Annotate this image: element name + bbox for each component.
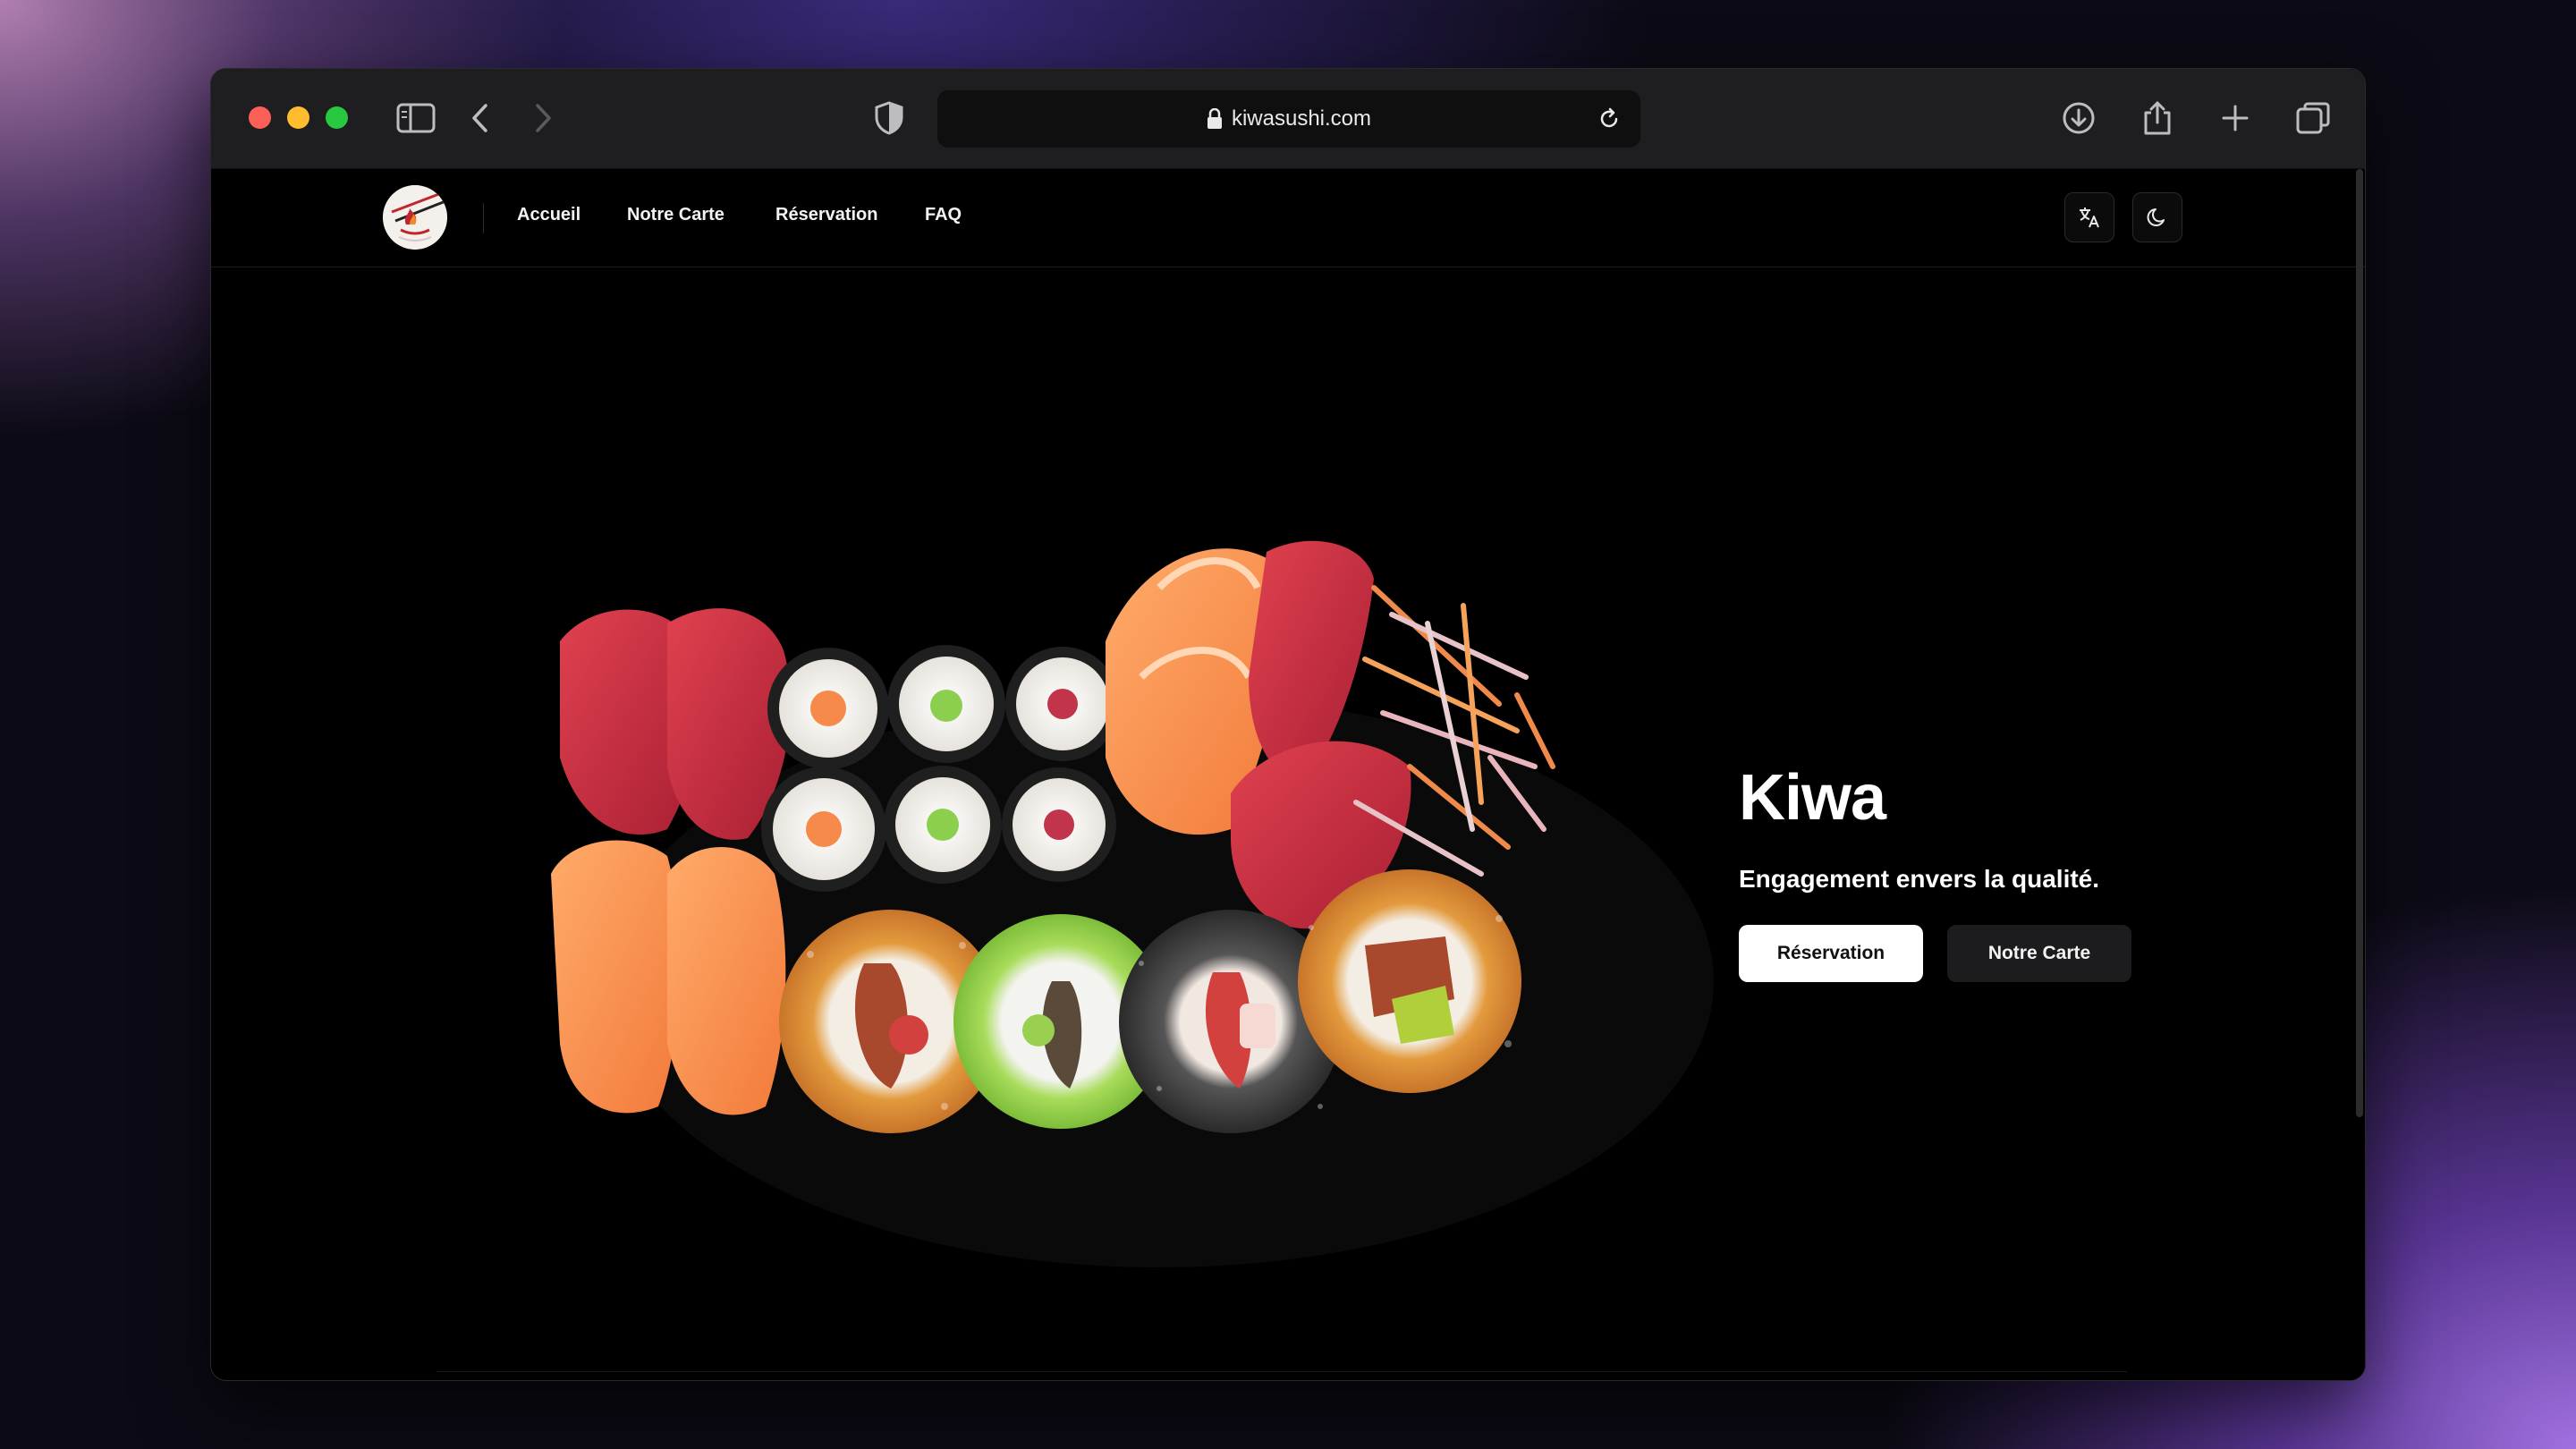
notre-carte-button[interactable]: Notre Carte [1947, 925, 2131, 982]
tabs-overview-icon[interactable] [2291, 96, 2335, 140]
nav-link-notre-carte[interactable]: Notre Carte [627, 205, 724, 225]
reservation-button[interactable]: Réservation [1739, 925, 1923, 982]
translate-icon [2080, 208, 2099, 228]
address-bar[interactable]: kiwasushi.com [937, 90, 1640, 148]
minimize-window-button[interactable] [287, 106, 309, 129]
hero-title: Kiwa [1739, 762, 1886, 834]
close-window-button[interactable] [249, 106, 271, 129]
moon-icon [2147, 208, 2165, 226]
share-icon[interactable] [2135, 96, 2180, 140]
nav-link-accueil[interactable]: Accueil [517, 205, 580, 225]
reload-icon[interactable] [1587, 97, 1631, 141]
download-icon[interactable] [2056, 96, 2101, 140]
shield-icon[interactable] [867, 96, 911, 140]
hero-subtitle: Engagement envers la qualité. [1739, 865, 2100, 893]
page-scrollbar[interactable] [2356, 169, 2363, 1117]
theme-toggle-button[interactable] [2132, 192, 2182, 242]
site-navbar: Accueil Notre Carte Réservation FAQ [211, 169, 2365, 267]
section-divider [436, 1371, 2127, 1372]
maximize-window-button[interactable] [326, 106, 348, 129]
chevron-right-icon[interactable] [521, 96, 565, 140]
lock-icon [1207, 108, 1222, 129]
url-text: kiwasushi.com [1231, 106, 1372, 131]
kiwa-logo[interactable] [383, 185, 447, 250]
chevron-left-icon[interactable] [458, 96, 503, 140]
translate-button[interactable] [2064, 192, 2114, 242]
browser-toolbar: kiwasushi.com [211, 69, 2365, 169]
nav-link-reservation[interactable]: Réservation [775, 205, 878, 225]
sushi-platter-image [551, 540, 1714, 1267]
browser-window: kiwasushi.com Accueil Notre Carte Réserv… [210, 68, 2366, 1381]
nav-divider [483, 203, 484, 233]
sidebar-icon[interactable] [394, 96, 438, 140]
website: Accueil Notre Carte Réservation FAQ Kiwa… [211, 169, 2365, 1380]
nav-link-faq[interactable]: FAQ [925, 205, 962, 225]
plus-icon[interactable] [2213, 96, 2258, 140]
